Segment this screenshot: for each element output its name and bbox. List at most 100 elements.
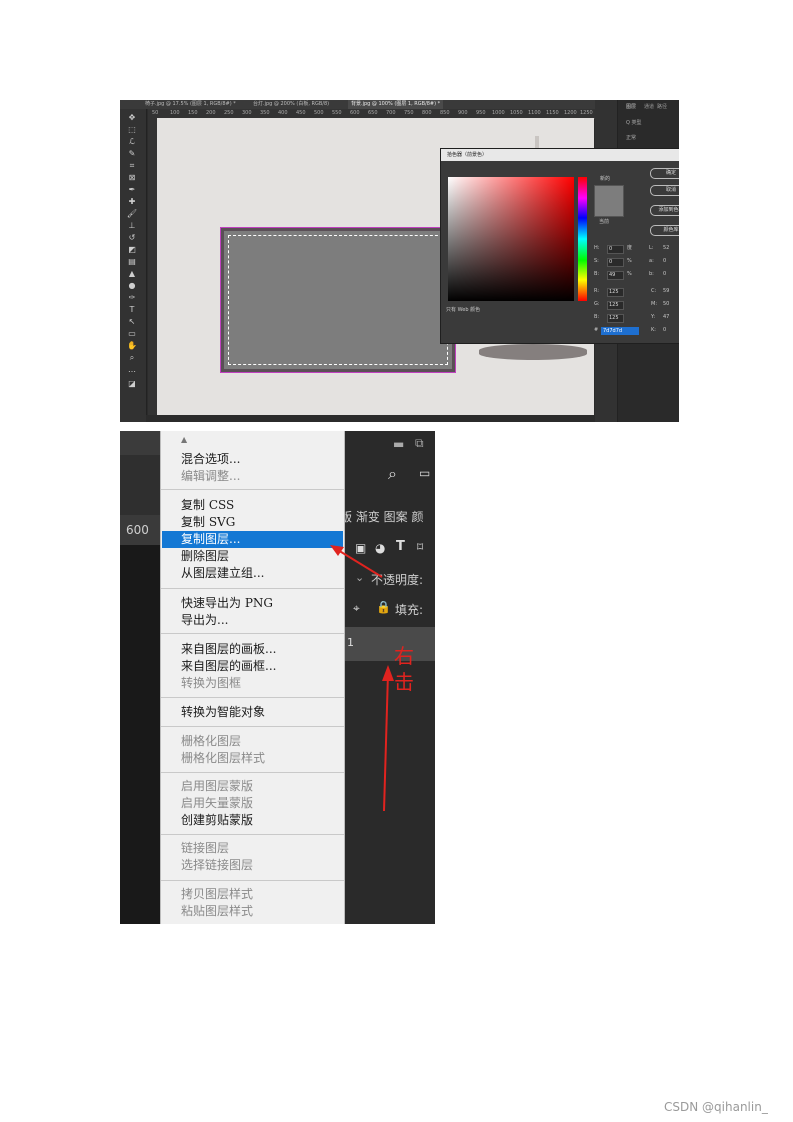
ruler-label: 650 <box>368 110 378 116</box>
web-colors-only-checkbox[interactable]: 只有 Web 颜色 <box>446 307 480 314</box>
ruler-label: 1200 <box>564 110 577 116</box>
healing-tool-icon[interactable]: ✚ <box>126 197 138 207</box>
hue-slider[interactable] <box>578 177 587 301</box>
cancel-button[interactable]: 取消 <box>650 185 679 196</box>
path-select-icon[interactable]: ↖ <box>126 317 138 327</box>
panel-tab-paths[interactable]: 路径 <box>657 103 667 110</box>
gray-rectangle-layer[interactable] <box>221 228 455 372</box>
panel-tab-layers[interactable]: 图层 <box>626 103 636 110</box>
hand-tool-icon[interactable]: ✋ <box>126 341 138 351</box>
quick-select-tool-icon[interactable]: ✎ <box>126 149 138 159</box>
ruler-label: 850 <box>440 110 450 116</box>
h-label: H: <box>594 245 600 251</box>
g-input[interactable]: 125 <box>607 301 624 310</box>
marquee-tool-icon[interactable]: ⬚ <box>126 125 138 135</box>
history-brush-icon[interactable]: ↺ <box>126 233 138 243</box>
ruler-label: 150 <box>188 110 198 116</box>
r-label: R: <box>594 288 600 294</box>
ruler-label: 1000 <box>492 110 505 116</box>
add-to-swatches-button[interactable]: 添加到色板 <box>650 205 679 216</box>
blue-input[interactable]: 125 <box>607 314 624 323</box>
brightness-input[interactable]: 49 <box>607 271 624 280</box>
ruler-label: 750 <box>404 110 414 116</box>
crop-tool-icon[interactable]: ⌗ <box>126 161 138 171</box>
c-value[interactable]: 59 <box>663 288 669 295</box>
eraser-tool-icon[interactable]: ◩ <box>126 245 138 255</box>
m-label: M: <box>651 301 657 307</box>
hex-label: # <box>594 327 599 333</box>
gradient-tool-icon[interactable]: ▤ <box>126 257 138 267</box>
context-menu-screenshot: 600 ▬ ⧉ ⌕ ▭ 版 渐变 图案 颜 ▣ ◕ T ⌑ ⌄ 不透明度: ⌖ … <box>120 431 435 924</box>
type-tool-icon[interactable]: T <box>126 305 138 315</box>
color-field[interactable] <box>448 177 574 301</box>
g-label: G: <box>594 301 600 307</box>
h-input[interactable]: 0 <box>607 245 624 254</box>
tab-chair[interactable]: 椅子.jpg @ 17.5% (图层 1, RGB/8#) * <box>142 100 239 109</box>
pen-tool-icon[interactable]: ✑ <box>126 293 138 303</box>
l-label: L: <box>649 245 654 251</box>
s-unit: % <box>627 258 632 264</box>
ruler-label: 450 <box>296 110 306 116</box>
tab-lamp[interactable]: 台灯.jpg @ 200% (白板, RGB/8) <box>250 100 332 109</box>
brush-tool-icon[interactable]: 🖌 <box>126 209 138 219</box>
y-value[interactable]: 47 <box>663 314 669 321</box>
r-input[interactable]: 125 <box>607 288 624 297</box>
stamp-tool-icon[interactable]: ⊥ <box>126 221 138 231</box>
ruler-label: 950 <box>476 110 486 116</box>
ruler-label: 50 <box>152 110 159 116</box>
annotation-text-right: 右 <box>394 644 414 668</box>
current-color-label: 当前 <box>599 219 610 225</box>
ruler-label: 250 <box>224 110 234 116</box>
dodge-tool-icon[interactable]: ● <box>126 281 138 291</box>
ruler-label: 900 <box>458 110 468 116</box>
s-input[interactable]: 0 <box>607 258 624 267</box>
blend-mode[interactable]: 正常 <box>626 134 636 141</box>
color-libraries-button[interactable]: 颜色库 <box>650 225 679 236</box>
new-color-label: 新的 <box>600 176 611 182</box>
b-lab-value[interactable]: 0 <box>663 271 666 278</box>
tool-bar: ✥ ⬚ ℒ ✎ ⌗ ⊠ ✒ ✚ 🖌 ⊥ ↺ ◩ ▤ ▲ ● ✑ T ↖ ▭ ✋ … <box>120 109 147 422</box>
a-value[interactable]: 0 <box>663 258 666 265</box>
l-value[interactable]: 52 <box>663 245 669 252</box>
c-label: C: <box>651 288 657 294</box>
ruler-label: 1250 <box>580 110 593 116</box>
tab-background[interactable]: 背景.jpg @ 100% (图层 1, RGB/8#) * <box>348 100 444 109</box>
brightness-unit: % <box>627 271 632 277</box>
lasso-tool-icon[interactable]: ℒ <box>126 137 138 147</box>
panel-tab-channels[interactable]: 通道 <box>644 103 654 110</box>
arrowhead-left-icon <box>330 545 344 556</box>
more-tools-icon[interactable]: … <box>126 365 138 375</box>
a-label: a: <box>649 258 654 264</box>
document-tabs: 椅子.jpg @ 17.5% (图层 1, RGB/8#) * 台灯.jpg @… <box>120 100 595 109</box>
vertical-ruler <box>148 118 157 422</box>
eyedropper-tool-icon[interactable]: ✒ <box>126 185 138 195</box>
ruler-label: 1100 <box>528 110 541 116</box>
ruler-label: 600 <box>350 110 360 116</box>
brightness-label: B: <box>594 271 600 277</box>
layer-filter-search[interactable]: Q 类型 <box>626 119 642 126</box>
ruler-label: 800 <box>422 110 432 116</box>
ruler-label: 200 <box>206 110 216 116</box>
ruler-label: 400 <box>278 110 288 116</box>
m-value[interactable]: 50 <box>663 301 669 308</box>
blur-tool-icon[interactable]: ▲ <box>126 269 138 279</box>
b-lab-label: b: <box>649 271 654 277</box>
ruler-label: 500 <box>314 110 324 116</box>
selection-marquee <box>228 235 448 365</box>
ok-button[interactable]: 确定 <box>650 168 679 179</box>
move-tool-icon[interactable]: ✥ <box>126 113 138 123</box>
photoshop-screenshot: 椅子.jpg @ 17.5% (图层 1, RGB/8#) * 台灯.jpg @… <box>120 100 679 422</box>
ruler-label: 100 <box>170 110 180 116</box>
zoom-tool-icon[interactable]: ⌕ <box>126 353 138 363</box>
arrowhead-up-icon <box>382 665 394 681</box>
annotation-arrows <box>330 545 394 812</box>
ruler-label: 300 <box>242 110 252 116</box>
k-label: K: <box>651 327 656 333</box>
frame-tool-icon[interactable]: ⊠ <box>126 173 138 183</box>
k-value[interactable]: 0 <box>663 327 666 334</box>
hex-input[interactable]: 7d7d7d <box>601 327 639 335</box>
rectangle-tool-icon[interactable]: ▭ <box>126 329 138 339</box>
foreground-background-icon[interactable]: ◪ <box>126 379 138 389</box>
ruler-label: 700 <box>386 110 396 116</box>
y-label: Y: <box>651 314 656 320</box>
